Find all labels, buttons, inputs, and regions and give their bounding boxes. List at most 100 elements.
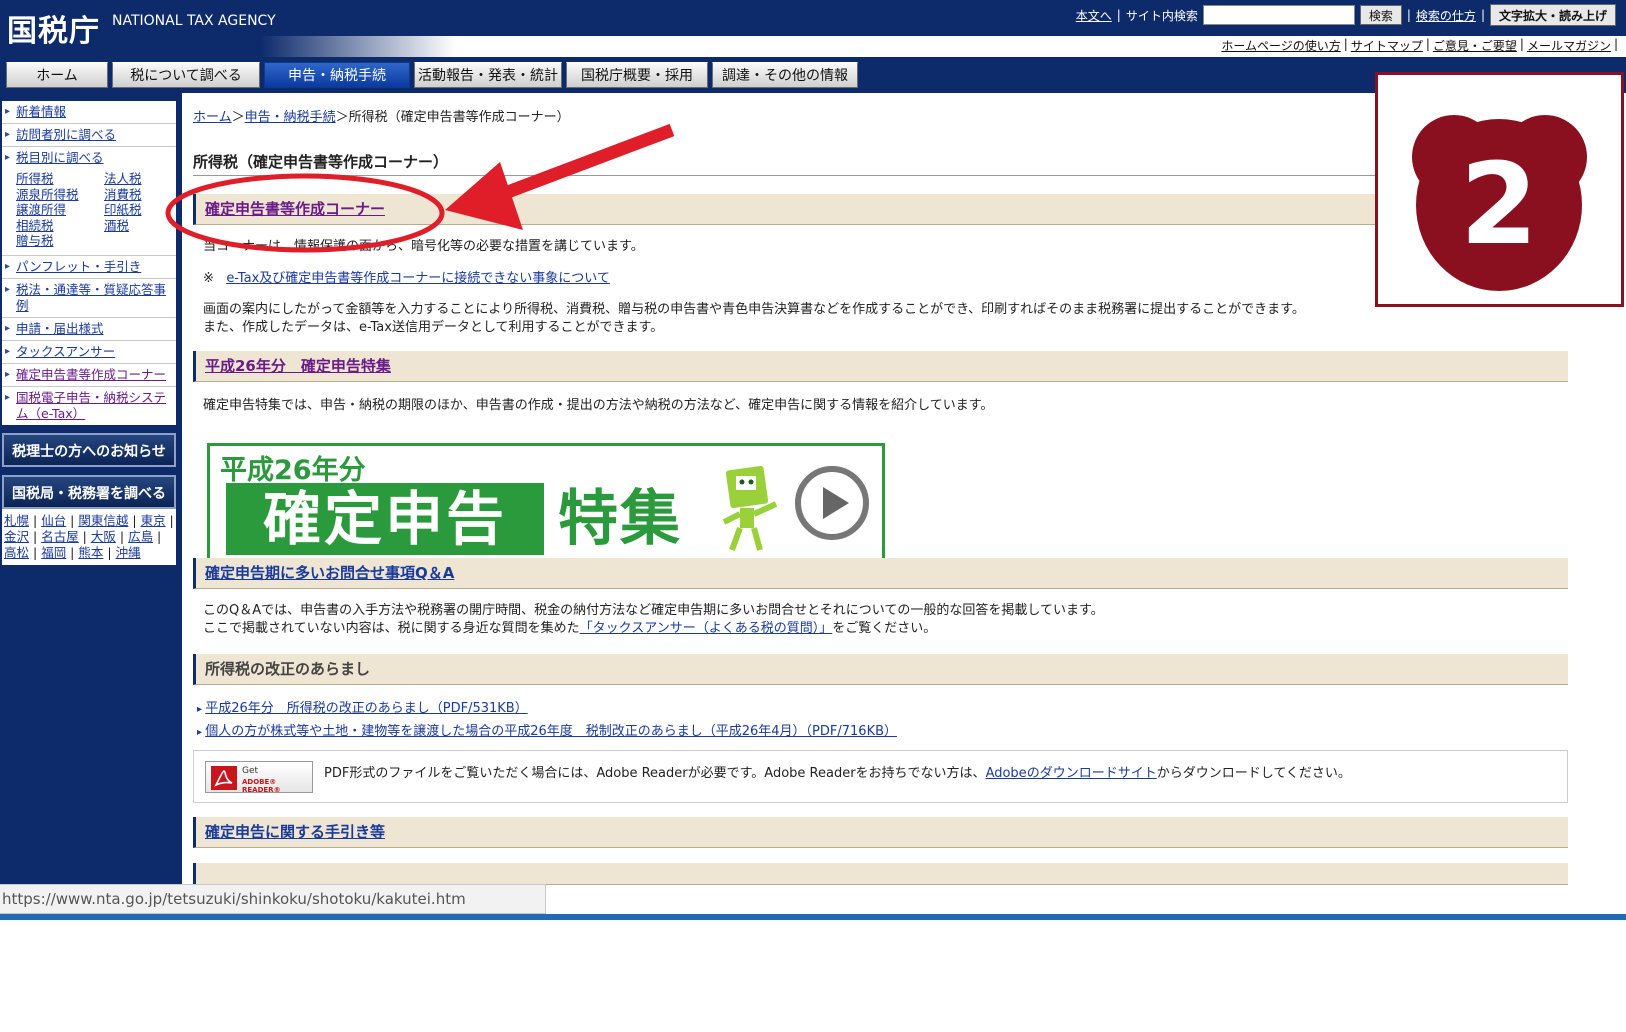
play-icon[interactable]: [792, 463, 872, 543]
breadcrumb-section[interactable]: 申告・納税手続: [245, 110, 336, 125]
special-feature-link[interactable]: 平成26年分 確定申告特集: [205, 357, 391, 375]
tax-answer-link[interactable]: 「タックスアンサー（よくある税の質問）」: [580, 621, 833, 636]
sidebar-item-label[interactable]: パンフレット・手引き: [16, 259, 141, 274]
faq-link[interactable]: 確定申告期に多いお問合せ事項Q＆A: [205, 564, 454, 582]
tab-agency-overview[interactable]: 国税庁概要・採用: [566, 62, 708, 88]
site-search-label: サイト内検索: [1125, 8, 1198, 23]
sidebar-item[interactable]: タックスアンサー: [2, 341, 176, 364]
sidebar-item[interactable]: 税目別に調べる: [2, 147, 176, 169]
tax-link[interactable]: 酒税: [104, 218, 174, 234]
tax-accountant-notice-button[interactable]: 税理士の方へのお知らせ: [2, 432, 176, 467]
note-mark: ※: [203, 271, 214, 286]
city-link[interactable]: 仙台: [41, 513, 66, 528]
get-adobe-reader-badge[interactable]: Get ADOBE® READER®: [205, 761, 313, 794]
filing-corner-description: 画面の案内にしたがって金額等を入力することにより所得税、消費税、贈与税の申告書や…: [203, 301, 1305, 337]
divider: |: [1613, 37, 1618, 51]
regional-bureau-links: 札幌 | 仙台 | 関東信越 | 東京 | 金沢 | 名古屋 | 大阪 | 広島…: [2, 508, 176, 565]
sidebar-item[interactable]: 訪問者別に調べる: [2, 124, 176, 147]
bottom-strip: [0, 914, 1626, 920]
sidebar-item[interactable]: 国税電子申告・納税システム（e-Tax）: [2, 387, 176, 425]
sidebar-item-label[interactable]: 新着情報: [16, 104, 66, 119]
sidebar-item-label[interactable]: 訪問者別に調べる: [16, 127, 116, 142]
tab-research-taxes[interactable]: 税について調べる: [112, 62, 260, 88]
tab-reports-statistics[interactable]: 活動報告・発表・統計: [414, 62, 562, 88]
city-link[interactable]: 福岡: [41, 545, 66, 560]
adobe-download-link[interactable]: Adobeのダウンロードサイト: [986, 766, 1157, 781]
filing-corner-link[interactable]: 確定申告書等作成コーナー: [205, 200, 385, 218]
find-tax-office-button[interactable]: 国税局・税務署を調べる: [2, 474, 176, 509]
tab-filing-payment[interactable]: 申告・納税手続: [264, 62, 410, 88]
badge-text-get: Get: [242, 766, 259, 776]
sidebar-item-label[interactable]: 税法・通達等・質疑応答事例: [16, 282, 166, 313]
list-item: 個人の方が株式等や土地・建物等を譲渡した場合の平成26年度 税制改正のあらまし（…: [197, 720, 897, 739]
city-link[interactable]: 広島: [128, 529, 153, 544]
faq-line: このQ＆Aでは、申告書の入手方法や税務署の開庁時間、税金の納付方法など確定申告期…: [203, 603, 1104, 618]
tax-link[interactable]: 所得税: [16, 171, 104, 187]
badge-text-reader: ADOBE® READER®: [242, 778, 281, 794]
city-link[interactable]: 熊本: [78, 545, 103, 560]
city-link[interactable]: 金沢: [4, 529, 29, 544]
section-heading-special-feature: 平成26年分 確定申告特集: [193, 351, 1568, 382]
tax-link[interactable]: 法人税: [104, 171, 174, 187]
sidebar-item[interactable]: 申請・届出様式: [2, 318, 176, 341]
sidebar-item[interactable]: 新着情報: [2, 101, 176, 124]
sitemap-link[interactable]: サイトマップ: [1351, 37, 1423, 54]
page: 国税庁 NATIONAL TAX AGENCY 本文へ | サイト内検索 検索 …: [0, 0, 1626, 920]
skip-to-content-link[interactable]: 本文へ: [1076, 7, 1112, 24]
sidebar-item-label[interactable]: タックスアンサー: [16, 344, 115, 359]
divider: |: [1406, 8, 1411, 22]
city-link[interactable]: 関東信越: [78, 513, 128, 528]
city-link[interactable]: 沖縄: [116, 545, 141, 560]
sidebar-menu: 新着情報 訪問者別に調べる 税目別に調べる 所得税 法人税 源泉所得税 消費税 …: [2, 101, 176, 425]
city-link[interactable]: 札幌: [4, 513, 29, 528]
tax-link[interactable]: 源泉所得税: [16, 187, 104, 203]
city-link[interactable]: 名古屋: [41, 529, 79, 544]
newsletter-link[interactable]: メールマガジン: [1527, 37, 1611, 54]
left-sidebar: 新着情報 訪問者別に調べる 税目別に調べる 所得税 法人税 源泉所得税 消費税 …: [2, 101, 176, 565]
search-help-link[interactable]: 検索の仕方: [1416, 7, 1476, 24]
sidebar-item[interactable]: パンフレット・手引き: [2, 256, 176, 279]
adobe-link-part[interactable]: Adobe: [986, 766, 1027, 781]
transfer-reform-pdf-link[interactable]: 個人の方が株式等や土地・建物等を譲渡した場合の平成26年度 税制改正のあらまし（…: [205, 724, 897, 739]
sidebar-item-label[interactable]: 確定申告書等作成コーナー: [16, 367, 166, 382]
search-input[interactable]: [1202, 5, 1355, 25]
city-link[interactable]: 東京: [141, 513, 166, 528]
section-heading-tax-reform: 所得税の改正のあらまし: [193, 654, 1568, 685]
section-heading-guides: 確定申告に関する手引き等: [193, 817, 1568, 848]
connection-issue-link[interactable]: e-Tax及び確定申告書等作成コーナーに接続できない事象について: [226, 271, 610, 286]
tax-link[interactable]: 贈与税: [16, 233, 104, 249]
tax-link[interactable]: 印紙税: [104, 202, 174, 218]
sub-utility-links: ホームページの使い方 | サイトマップ | ご意見・ご要望 | メールマガジン |: [1221, 37, 1618, 54]
adobe-reader-notice: Get ADOBE® READER® PDF形式のファイルをご覧いただく場合には…: [193, 750, 1568, 803]
tax-link[interactable]: 消費税: [104, 187, 174, 203]
breadcrumb-current: 所得税（確定申告書等作成コーナー）: [348, 110, 570, 125]
faq-line: ここで掲載されていない内容は、税に関する身近な質問を集めた「タックスアンサー（よ…: [203, 620, 1104, 638]
sidebar-item-label[interactable]: 税目別に調べる: [16, 150, 104, 165]
list-item: 平成26年分 所得税の改正のあらまし（PDF/531KB）: [197, 697, 528, 716]
breadcrumb-home[interactable]: ホーム: [193, 110, 232, 125]
header: 国税庁 NATIONAL TAX AGENCY 本文へ | サイト内検索 検索 …: [0, 0, 1626, 57]
tab-home[interactable]: ホーム: [6, 62, 108, 88]
sidebar-item[interactable]: 税法・通達等・質疑応答事例: [2, 279, 176, 318]
tab-procurement-other[interactable]: 調達・その他の情報: [712, 62, 858, 88]
page-title: 所得税（確定申告書等作成コーナー）: [193, 153, 449, 171]
howto-link[interactable]: ホームページの使い方: [1221, 37, 1340, 54]
text-zoom-button[interactable]: 文字拡大・読み上げ: [1489, 4, 1616, 26]
tax-link[interactable]: 譲渡所得: [16, 202, 104, 218]
search-button[interactable]: 検索: [1359, 5, 1402, 25]
reform-pdf-link[interactable]: 平成26年分 所得税の改正のあらまし（PDF/531KB）: [205, 701, 528, 716]
sidebar-item[interactable]: 確定申告書等作成コーナー: [2, 364, 176, 387]
city-link[interactable]: 高松: [4, 545, 29, 560]
security-notice-text: 当コーナーは、情報保護の面から、暗号化等の必要な措置を講じています。: [203, 239, 644, 254]
sidebar-item-label[interactable]: 国税電子申告・納税システム（e-Tax）: [16, 390, 166, 421]
special-feature-description: 確定申告特集では、申告・納税の期限のほか、申告書の作成・提出の方法や納税の方法な…: [203, 398, 994, 413]
city-link[interactable]: 大阪: [91, 529, 116, 544]
guides-link[interactable]: 確定申告に関する手引き等: [205, 823, 385, 841]
tax-link[interactable]: 相続税: [16, 218, 104, 234]
empty-cell: [104, 233, 174, 249]
adobe-link-part[interactable]: のダウンロードサイト: [1027, 766, 1157, 781]
special-feature-banner[interactable]: 平成26年分 確定申告 特集: [207, 443, 885, 561]
feedback-link[interactable]: ご意見・ご要望: [1433, 37, 1517, 54]
sidebar-item-label[interactable]: 申請・届出様式: [16, 321, 104, 336]
site-logo[interactable]: 国税庁: [7, 6, 100, 50]
